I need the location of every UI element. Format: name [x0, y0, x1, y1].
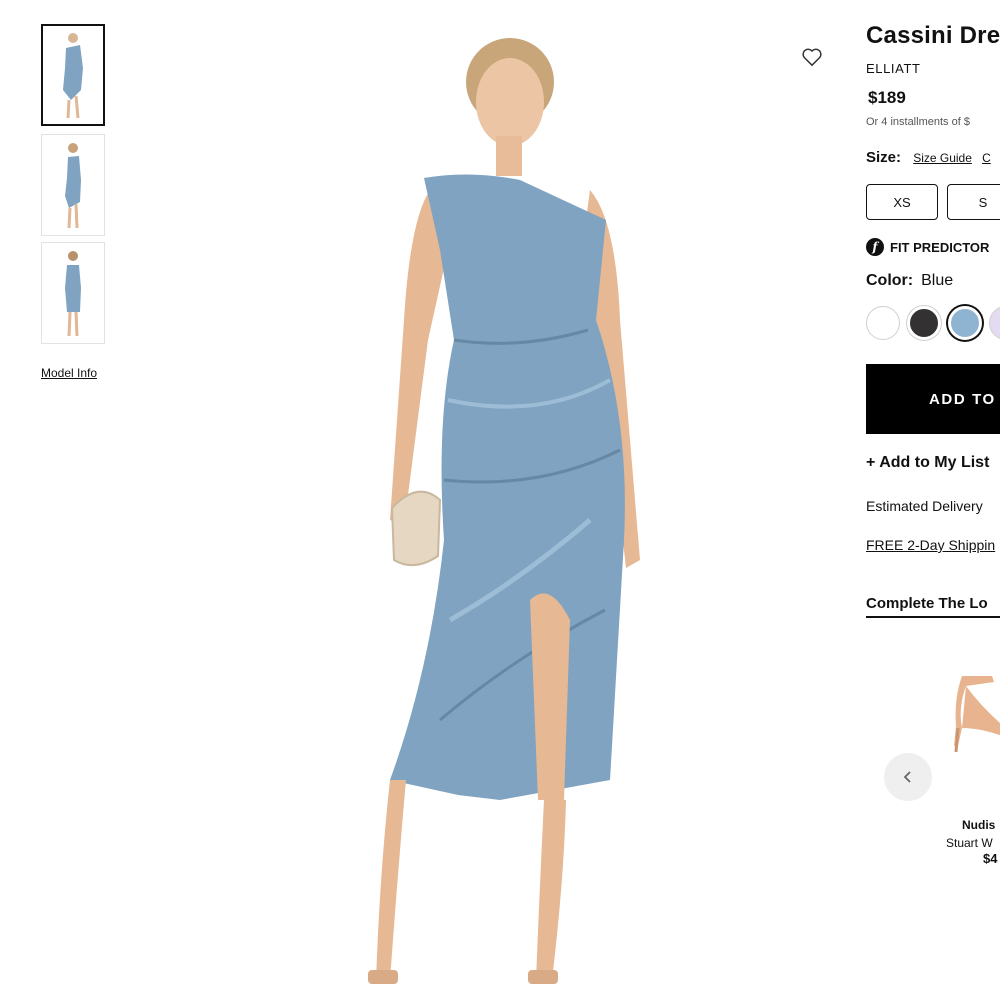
- color-label: Color:: [866, 272, 914, 289]
- recommended-product-price: $4: [983, 851, 998, 866]
- product-brand[interactable]: ELLIATT: [866, 61, 921, 76]
- thumbnail-back[interactable]: [41, 242, 105, 344]
- carousel-prev-button[interactable]: [884, 753, 932, 801]
- recommended-shoe-image[interactable]: [952, 668, 1000, 758]
- color-swatch-charcoal[interactable]: [907, 306, 941, 340]
- complete-the-look-heading: Complete The Lo: [866, 595, 1000, 618]
- product-title: Cassini Dre: [866, 22, 1000, 49]
- fit-predictor-label: FIT PREDICTOR: [890, 239, 990, 255]
- heart-icon[interactable]: [801, 47, 823, 67]
- size-extra-link[interactable]: C: [982, 151, 991, 165]
- thumbnail-image-side: [65, 143, 81, 229]
- size-label: Size:: [866, 149, 902, 166]
- color-selected-value: Blue: [921, 272, 954, 289]
- color-swatch-lavender[interactable]: [989, 306, 1000, 340]
- chevron-left-icon: [903, 771, 911, 783]
- fit-predictor-logo-icon: f: [866, 238, 884, 256]
- add-to-list-link[interactable]: + Add to My List: [866, 454, 989, 472]
- thumbnail-side[interactable]: [41, 134, 105, 236]
- installments-text: Or 4 installments of $: [866, 116, 970, 128]
- color-swatch-blue[interactable]: [948, 306, 982, 340]
- estimated-delivery: Estimated Delivery: [866, 498, 983, 514]
- main-product-image: [368, 38, 640, 984]
- fit-predictor[interactable]: f FIT PREDICTOR: [866, 238, 989, 256]
- product-price: $189: [868, 88, 906, 107]
- size-option-s[interactable]: S: [947, 184, 1000, 220]
- recommended-product-name[interactable]: Nudis: [962, 818, 995, 832]
- thumbnail-front[interactable]: [41, 24, 105, 126]
- model-info-link[interactable]: Model Info: [41, 366, 97, 380]
- thumbnail-image-front: [63, 33, 83, 119]
- recommended-product-brand: Stuart W: [946, 836, 993, 850]
- size-option-xs[interactable]: XS: [866, 184, 938, 220]
- size-guide-link[interactable]: Size Guide: [913, 151, 972, 165]
- product-details-panel: Cassini Dre ELLIATT $189 Or 4 installmen…: [866, 0, 1000, 1000]
- add-to-bag-button[interactable]: ADD TO: [866, 364, 1000, 434]
- color-row: Color: Blue: [866, 272, 953, 290]
- free-shipping-link[interactable]: FREE 2-Day Shippin: [866, 537, 995, 553]
- color-swatch-white[interactable]: [866, 306, 900, 340]
- size-row: Size: Size Guide C: [866, 149, 991, 166]
- thumbnail-image-back: [65, 251, 81, 337]
